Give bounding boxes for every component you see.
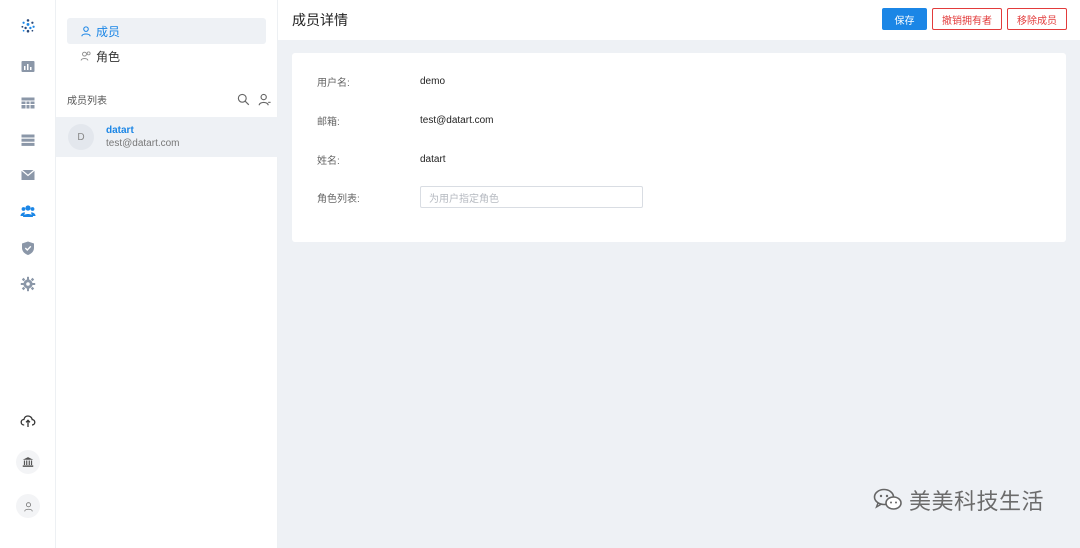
- watermark: 美美科技生活: [873, 484, 1044, 516]
- member-panel: 成员 角色 成员列表 D datart test@datart.com: [56, 0, 278, 548]
- member-list-header: 成员列表: [67, 90, 271, 108]
- tab-members[interactable]: 成员: [67, 18, 266, 44]
- name-row: 姓名: datart: [317, 148, 446, 170]
- tab-roles-label: 角色: [96, 49, 121, 64]
- tab-members-label: 成员: [96, 24, 121, 39]
- roles-select[interactable]: 为用户指定角色: [420, 186, 643, 208]
- logo-icon[interactable]: [14, 12, 42, 40]
- email-value: test@datart.com: [420, 114, 494, 126]
- user-icon[interactable]: [16, 494, 40, 518]
- mail-icon[interactable]: [14, 161, 42, 189]
- add-user-icon[interactable]: [258, 93, 271, 106]
- dashboard-icon[interactable]: [14, 53, 42, 81]
- shield-icon[interactable]: [14, 234, 42, 262]
- list-icon[interactable]: [14, 126, 42, 154]
- roles-placeholder: 为用户指定角色: [429, 193, 499, 205]
- avatar: D: [68, 124, 94, 150]
- wechat-icon: [873, 488, 902, 510]
- username-label: 用户名:: [317, 77, 350, 89]
- cloud-upload-icon[interactable]: [14, 407, 42, 435]
- table-icon[interactable]: [14, 89, 42, 117]
- member-name: datart: [106, 124, 134, 136]
- member-email: test@datart.com: [106, 137, 180, 149]
- bank-icon[interactable]: [16, 450, 40, 474]
- member-list-item[interactable]: D datart test@datart.com: [56, 117, 278, 157]
- icon-rail: [0, 0, 56, 548]
- page-title: 成员详情: [292, 12, 348, 28]
- revoke-owner-button[interactable]: 撤销拥有者: [932, 8, 1002, 30]
- remove-member-button[interactable]: 移除成员: [1007, 8, 1067, 30]
- member-list-title: 成员列表: [67, 95, 107, 107]
- email-label: 邮箱:: [317, 116, 340, 128]
- roles-label: 角色列表:: [317, 193, 360, 205]
- roles-row: 角色列表: 为用户指定角色: [317, 186, 643, 208]
- gear-icon[interactable]: [14, 270, 42, 298]
- tab-roles[interactable]: 角色: [67, 43, 266, 69]
- watermark-text: 美美科技生活: [908, 490, 1044, 515]
- username-value: demo: [420, 75, 446, 87]
- name-label: 姓名:: [317, 155, 340, 167]
- save-button[interactable]: 保存: [882, 8, 927, 30]
- users-icon[interactable]: [14, 197, 42, 225]
- roles-icon: [80, 51, 91, 61]
- page-header: 成员详情 保存 撤销拥有者 移除成员: [278, 0, 1080, 40]
- email-row: 邮箱: test@datart.com: [317, 109, 494, 131]
- name-value: datart: [420, 153, 446, 165]
- member-detail-card: 用户名: demo 邮箱: test@datart.com 姓名: datart…: [292, 53, 1066, 242]
- user-icon: [81, 26, 91, 37]
- search-icon[interactable]: [237, 93, 250, 106]
- username-row: 用户名: demo: [317, 70, 445, 92]
